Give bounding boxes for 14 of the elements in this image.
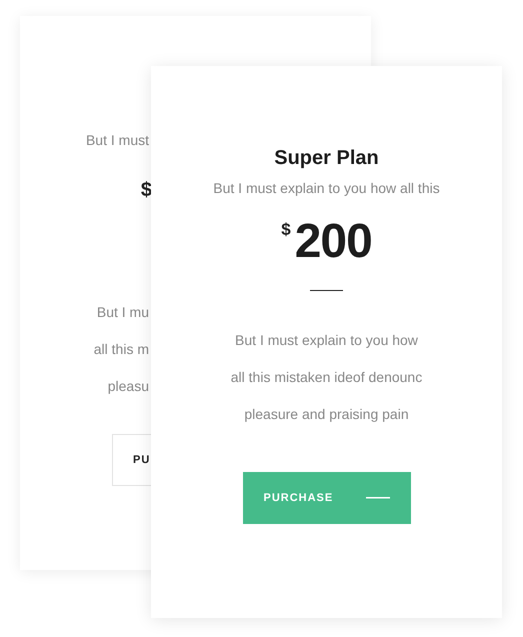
- purchase-button[interactable]: PU: [112, 434, 151, 486]
- plan-description-line: pleasu: [108, 377, 149, 396]
- price-amount: 200: [294, 216, 372, 268]
- plan-subtitle: But I must: [86, 131, 149, 150]
- price-currency: $: [281, 220, 291, 240]
- plan-description-line: all this m: [94, 340, 149, 359]
- plan-description-line: But I mu: [96, 303, 149, 322]
- plan-description-line: pleasure and praising pain: [244, 405, 409, 424]
- plan-description-line: But I must explain to you how: [235, 331, 418, 350]
- plan-title: Super Plan: [274, 146, 379, 171]
- line-icon: [366, 497, 390, 499]
- plan-subtitle: But I must explain to you how all this: [213, 179, 440, 198]
- plan-description-line: all this mistaken ideof denounc: [230, 368, 422, 387]
- price-currency: $: [140, 178, 152, 202]
